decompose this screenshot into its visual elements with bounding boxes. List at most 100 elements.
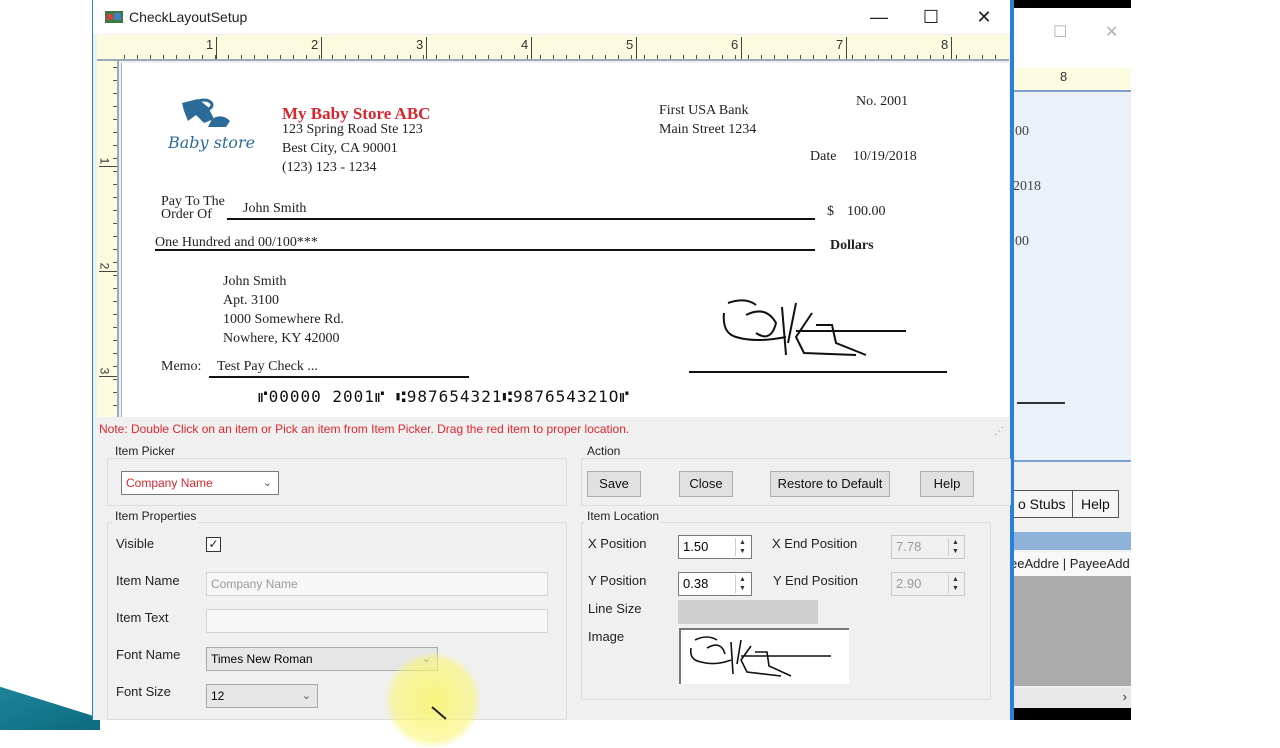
close-window-button[interactable]: ✕ <box>961 4 1007 30</box>
item-name-field[interactable]: Company Name <box>206 572 548 596</box>
micr-line[interactable]: ⑈00000 2001⑈ ⑆987654321⑆987654321O⑈ <box>258 387 630 406</box>
bank-name[interactable]: First USA Bank <box>659 103 748 119</box>
ruler-minor-tick <box>241 55 242 59</box>
ruler-major-tick <box>426 37 427 59</box>
line-size-dropdown[interactable] <box>678 600 818 624</box>
save-button[interactable]: Save <box>587 471 641 497</box>
font-name-label: Font Name <box>116 647 181 662</box>
y-end-position-spinner[interactable]: 2.90 ▲ ▼ <box>891 572 965 596</box>
bank-address[interactable]: Main Street 1234 <box>659 122 756 138</box>
amount-numeric[interactable]: 100.00 <box>847 204 886 220</box>
ruler-minor-tick <box>254 55 255 59</box>
ruler-number: 5 <box>626 37 634 52</box>
company-phone[interactable]: (123) 123 - 1234 <box>282 160 377 176</box>
ruler-minor-tick <box>345 55 346 59</box>
ruler-minor-tick <box>423 55 424 59</box>
payee-name[interactable]: John Smith <box>243 201 306 217</box>
check-number[interactable]: No. 2001 <box>856 94 908 110</box>
amount-words-line[interactable] <box>155 249 815 251</box>
ruler-minor-tick <box>113 223 117 224</box>
ruler-minor-tick <box>113 236 117 237</box>
pay-to-label[interactable]: Pay To The Order Of <box>161 195 225 222</box>
date-value[interactable]: 10/19/2018 <box>853 149 917 165</box>
ruler-minor-tick <box>657 55 658 59</box>
check-layout-setup-window: CheckLayoutSetup — ☐ ✕ 12345678 123 Baby… <box>92 0 1012 720</box>
item-location-label: Item Location <box>585 509 662 523</box>
dollars-label[interactable]: Dollars <box>830 238 874 254</box>
spinner-arrows-icon[interactable]: ▲ ▼ <box>735 538 749 556</box>
visible-label: Visible <box>116 536 155 551</box>
payee-address-line: Nowhere, KY 42000 <box>223 331 340 346</box>
print-stubs-button[interactable]: o Stubs <box>1010 490 1075 518</box>
ruler-number: 6 <box>731 37 739 52</box>
ruler-minor-tick <box>943 55 944 59</box>
ruler-minor-tick <box>540 55 541 59</box>
maximize-button[interactable]: ☐ <box>908 4 954 30</box>
logo-text: Baby store <box>168 133 256 152</box>
x-position-spinner[interactable]: 1.50 ▲ ▼ <box>678 535 752 559</box>
signature-thumbnail <box>689 636 831 677</box>
ruler-minor-tick <box>982 55 983 59</box>
horizontal-scrollbar[interactable]: › <box>1010 688 1131 708</box>
restore-default-button[interactable]: Restore to Default <box>770 471 890 497</box>
y-position-spinner[interactable]: 0.38 ▲ ▼ <box>678 572 752 596</box>
background-close-icon[interactable]: ✕ <box>1105 22 1118 42</box>
company-address-line2[interactable]: Best City, CA 90001 <box>282 141 398 157</box>
background-fragment: 00 <box>1015 124 1029 139</box>
ruler-minor-tick <box>579 55 580 59</box>
company-name[interactable]: My Baby Store ABC <box>282 104 430 124</box>
data-grid[interactable] <box>1010 576 1131 686</box>
date-label[interactable]: Date <box>810 149 836 165</box>
spinner-arrows-icon[interactable]: ▲ ▼ <box>948 575 962 593</box>
x-end-position-spinner[interactable]: 7.78 ▲ ▼ <box>891 535 965 559</box>
ruler-minor-tick <box>113 392 117 393</box>
signature-line[interactable] <box>689 371 947 373</box>
company-address-line1[interactable]: 123 Spring Road Ste 123 <box>282 122 423 138</box>
payee-address-block[interactable]: John Smith Apt. 3100 1000 Somewhere Rd. … <box>223 272 344 348</box>
ruler-minor-tick <box>852 55 853 59</box>
item-picker-dropdown[interactable]: Company Name ⌄ <box>121 471 279 495</box>
ruler-major-tick <box>531 37 532 59</box>
item-name-label: Item Name <box>116 573 180 588</box>
resize-grip[interactable]: ⋰ <box>994 426 1004 437</box>
minimize-button[interactable]: — <box>856 4 902 30</box>
ruler-minor-tick <box>113 327 117 328</box>
font-size-dropdown[interactable]: 12 ⌄ <box>206 684 318 708</box>
help-button[interactable]: Help <box>920 471 974 497</box>
memo-value[interactable]: Test Pay Check ... <box>217 359 318 375</box>
ruler-minor-tick <box>410 55 411 59</box>
ruler-number: 1 <box>206 37 214 52</box>
currency-symbol[interactable]: $ <box>827 204 834 220</box>
ruler-minor-tick <box>150 55 151 59</box>
background-help-button[interactable]: Help <box>1072 490 1119 518</box>
background-fragment: 00 <box>1015 234 1029 249</box>
y-position-label: Y Position <box>588 573 647 588</box>
memo-line[interactable] <box>209 376 469 378</box>
scroll-right-icon[interactable]: › <box>1123 689 1127 704</box>
ruler-minor-tick <box>113 80 117 81</box>
ruler-minor-tick <box>306 55 307 59</box>
image-preview[interactable] <box>679 628 849 684</box>
company-logo[interactable]: Baby store <box>168 97 258 157</box>
item-text-field[interactable] <box>206 609 548 633</box>
spinner-arrows-icon[interactable]: ▲ ▼ <box>948 538 962 556</box>
close-button[interactable]: Close <box>679 471 733 497</box>
signature-image[interactable] <box>716 293 916 363</box>
ruler-minor-tick <box>904 55 905 59</box>
ruler-minor-tick <box>592 55 593 59</box>
spinner-arrows-icon[interactable]: ▲ ▼ <box>735 575 749 593</box>
ruler-minor-tick <box>813 55 814 59</box>
background-maximize-icon[interactable]: ☐ <box>1053 22 1067 42</box>
ruler-minor-tick <box>113 132 117 133</box>
item-text-label: Item Text <box>116 610 169 625</box>
background-ruler: 8 <box>1010 68 1131 92</box>
memo-label[interactable]: Memo: <box>161 359 201 375</box>
ruler-major-tick <box>321 37 322 59</box>
ruler-major-tick <box>99 166 117 167</box>
background-ruler-number: 8 <box>1060 69 1068 84</box>
baby-logo-icon <box>182 98 230 127</box>
payee-line[interactable] <box>227 218 815 220</box>
ruler-minor-tick <box>137 55 138 59</box>
visible-checkbox[interactable]: ✓ <box>206 537 221 552</box>
grid-column-headers[interactable]: eeAddre | PayeeAdd <box>1010 552 1131 576</box>
